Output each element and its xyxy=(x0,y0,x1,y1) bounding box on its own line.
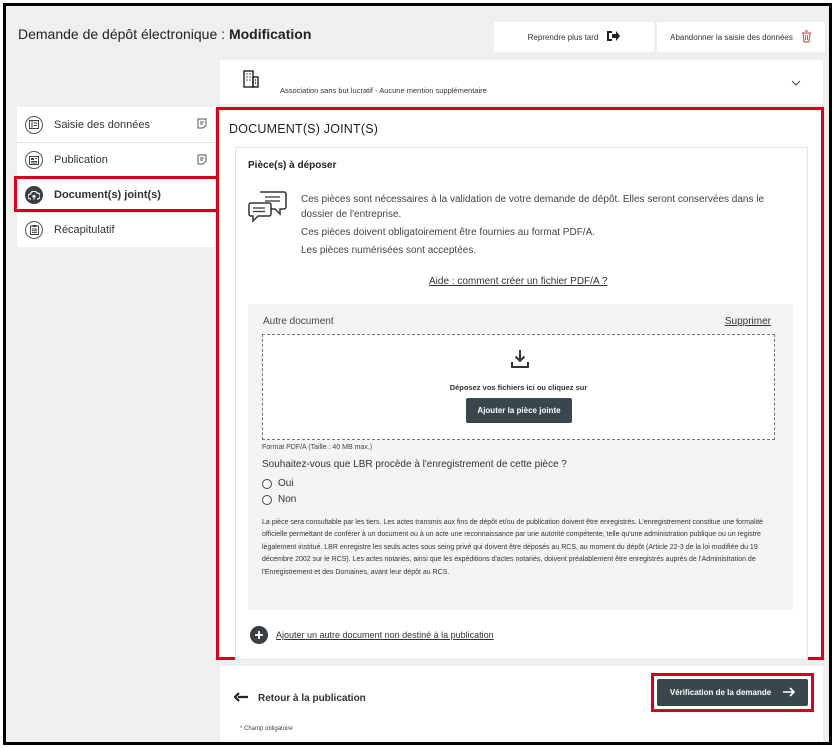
radio-circle[interactable] xyxy=(262,494,272,505)
note-icon xyxy=(197,118,207,132)
association-label: Association sans but lucratif - Aucune m… xyxy=(280,86,487,95)
registration-question: Souhaitez-vous que LBR procède à l'enreg… xyxy=(262,459,567,470)
radio-circle[interactable] xyxy=(262,478,272,489)
sidebar-item-publication[interactable]: Publication xyxy=(17,142,215,177)
download-icon xyxy=(511,349,529,374)
section-title: DOCUMENT(S) JOINT(S) xyxy=(229,122,379,136)
add-attachment-button[interactable]: Ajouter la pièce jointe xyxy=(466,398,572,423)
dropzone-text: Déposez vos fichiers ici ou cliquez sur xyxy=(449,383,588,392)
plus-circle-icon xyxy=(250,626,268,644)
app-window: Demande de dépôt électronique : Modifica… xyxy=(3,3,832,745)
document-panel: Autre document Supprimer Déposez vos fic… xyxy=(248,304,793,610)
sidebar-item-saisie[interactable]: Saisie des données xyxy=(17,107,215,142)
building-icon xyxy=(242,70,260,93)
cloud-upload-icon xyxy=(25,186,43,204)
clipboard-icon xyxy=(25,221,43,239)
page-title: Demande de dépôt électronique : Modifica… xyxy=(18,26,312,42)
pieces-card: Pièce(s) à déposer Ces pièces sont néces… xyxy=(235,147,808,660)
form-icon xyxy=(25,115,43,134)
chevron-down-icon[interactable] xyxy=(791,74,801,92)
info-text: Ces pièces sont nécessaires à la validat… xyxy=(301,194,765,256)
radio-oui[interactable]: Oui xyxy=(262,478,294,489)
file-dropzone[interactable]: Déposez vos fichiers ici ou cliquez sur … xyxy=(262,334,775,440)
note-icon xyxy=(197,154,207,168)
legal-notice: La pièce sera consultable par les tiers.… xyxy=(262,519,763,576)
verify-request-button[interactable]: Vérification de la demande xyxy=(657,679,808,706)
sidebar-item-recapitulatif[interactable]: Récapitulatif xyxy=(17,212,215,247)
back-to-publication-link[interactable]: Retour à la publication xyxy=(233,692,366,705)
abandon-button[interactable]: Abandonner la saisie des données xyxy=(657,22,825,52)
pdfa-help-link[interactable]: Aide : comment créer un fichier PDF/A ? xyxy=(429,276,607,287)
exit-arrow-icon xyxy=(606,30,621,44)
add-other-document-link[interactable]: Ajouter un autre document non destiné à … xyxy=(250,626,494,644)
trash-icon xyxy=(801,29,812,45)
format-note: Format PDF/A (Taille : 40 MB max.) xyxy=(262,444,373,451)
mandatory-note: * Champ obligatoire xyxy=(240,726,293,732)
newspaper-icon xyxy=(25,151,43,169)
chat-bubbles-icon xyxy=(248,189,288,230)
documents-section: DOCUMENT(S) JOINT(S) Pièce(s) à déposer … xyxy=(216,107,824,660)
arrow-left-icon xyxy=(233,692,248,705)
document-label: Autre document xyxy=(263,316,334,327)
resume-later-button[interactable]: Reprendre plus tard xyxy=(494,22,654,52)
association-bar[interactable]: Association sans but lucratif - Aucune m… xyxy=(220,60,823,104)
delete-document-link[interactable]: Supprimer xyxy=(725,316,771,327)
steps-sidebar: Saisie des données Publication Document(… xyxy=(17,107,215,247)
arrow-right-icon xyxy=(783,686,796,699)
sidebar-item-documents[interactable]: Document(s) joint(s) xyxy=(17,177,215,212)
radio-non[interactable]: Non xyxy=(262,494,296,505)
top-bar: Demande de dépôt électronique : Modifica… xyxy=(6,6,829,58)
card-title: Pièce(s) à déposer xyxy=(248,160,337,171)
